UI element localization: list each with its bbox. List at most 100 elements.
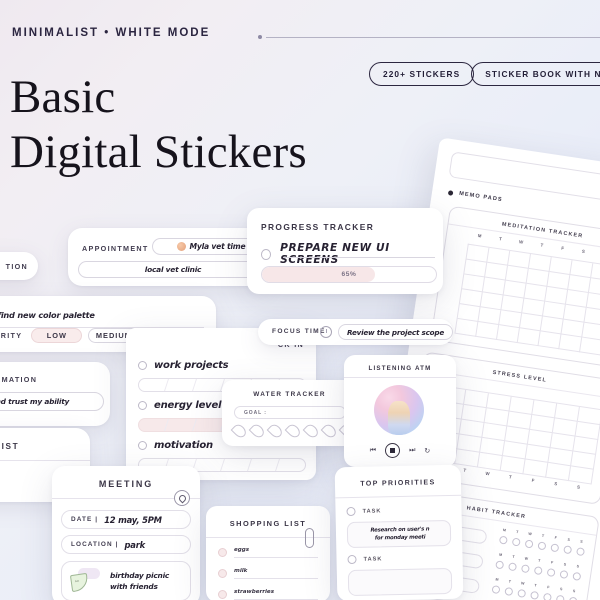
kicker-text: MINIMALIST • WHITE MODE: [12, 27, 211, 39]
water-drop-icon[interactable]: [302, 422, 321, 440]
water-drop-icon[interactable]: [320, 422, 339, 440]
repeat-icon[interactable]: ↻: [424, 447, 430, 455]
habit-check-icon[interactable]: [568, 596, 578, 600]
page-title: Basic Digital Stickers: [10, 70, 307, 181]
meeting-location-field[interactable]: LOCATION | park: [61, 535, 191, 554]
water-drop-icon[interactable]: [284, 422, 303, 440]
habit-check-icon[interactable]: [555, 594, 565, 600]
shopping-list-card: SHOPPING LIST eggs milk strawberries: [206, 506, 330, 600]
divider: [344, 377, 456, 378]
dow: M: [477, 233, 482, 239]
poster-canvas: MINIMALIST • WHITE MODE Basic Digital St…: [0, 0, 600, 600]
dow: S: [559, 587, 563, 592]
habit-check-icon[interactable]: [498, 535, 508, 545]
habit-check-icon[interactable]: [562, 545, 572, 555]
habit-check-icon[interactable]: [507, 562, 517, 572]
appointment-location-field[interactable]: local vet clinic: [78, 261, 268, 278]
check-in-item-label: motivation: [154, 440, 213, 451]
task-note-text: Research on user's n for monday meeti: [354, 526, 446, 544]
habit-check-icon[interactable]: [511, 537, 521, 547]
dow: T: [498, 236, 503, 242]
meditation-grid[interactable]: [454, 243, 600, 356]
task-note-line1: Research on user's n: [370, 526, 430, 534]
water-drop-icon[interactable]: [248, 422, 267, 440]
task-label: TASK: [363, 555, 383, 563]
habit-check-icon[interactable]: [549, 543, 559, 553]
memo-pads-label: MEMO PADS: [447, 189, 503, 203]
water-drop-icon[interactable]: [266, 422, 285, 440]
affirmation-value-field[interactable]: and trust my ability: [0, 392, 104, 411]
dow: F: [554, 535, 558, 540]
rule-dot: [258, 35, 262, 39]
priority-task-row[interactable]: find new color palette: [0, 305, 204, 328]
water-drop-icon[interactable]: [230, 422, 249, 440]
habit-check-icon[interactable]: [546, 567, 556, 578]
meeting-location-label: LOCATION |: [71, 541, 119, 548]
dow: T: [508, 579, 512, 584]
checkbox-icon[interactable]: [261, 248, 272, 260]
shopping-item-label: eggs: [234, 547, 250, 553]
top-priority-task-note[interactable]: Research on user's n for monday meeti: [346, 519, 452, 549]
progress-bar[interactable]: 65%: [261, 266, 437, 283]
progress-percent-label: 65%: [341, 271, 357, 278]
appointment-location: local vet clinic: [144, 265, 202, 274]
affirmation-label: G AFFIRMATION: [0, 375, 38, 384]
paw-icon: [176, 242, 186, 251]
water-goal-field[interactable]: GOAL :: [234, 406, 346, 419]
stop-icon[interactable]: [385, 443, 401, 458]
checkbox-icon[interactable]: [138, 441, 147, 450]
meditation-tracker-card: MEDITATION TRACKER M T W T F S S: [430, 205, 600, 369]
location-pin-icon[interactable]: [174, 490, 190, 506]
checkbox-icon[interactable]: [138, 401, 147, 410]
habit-check-icon[interactable]: [503, 586, 513, 596]
top-priority-task-row[interactable]: TASK: [347, 554, 383, 565]
focus-time-value-field[interactable]: Review the project scope: [338, 324, 453, 340]
habit-check-icon[interactable]: [533, 566, 543, 576]
dow: T: [541, 533, 545, 539]
habit-check-icon[interactable]: [575, 547, 585, 557]
habit-check-icon[interactable]: [524, 539, 534, 549]
checkbox-icon[interactable]: [218, 569, 227, 578]
priority-option-low[interactable]: LOW: [31, 328, 83, 343]
checkbox-icon[interactable]: [218, 548, 227, 557]
shopping-item-label: strawberries: [234, 589, 275, 595]
meeting-note-line2: with friends: [110, 582, 158, 592]
habit-check-icon[interactable]: [536, 541, 547, 551]
dow: F: [560, 245, 565, 251]
focus-time-label: FOCUS TIME: [272, 328, 326, 335]
dow: F: [547, 585, 550, 590]
habit-check-icon[interactable]: [571, 571, 581, 581]
bullet-icon: [447, 189, 454, 196]
meeting-card: MEETING DATE | 12 may, 5PM LOCATION | pa…: [52, 466, 200, 600]
habit-check-icon[interactable]: [529, 590, 539, 600]
meeting-note-field[interactable]: birthday picnic with friends: [61, 561, 191, 600]
meeting-date-field[interactable]: DATE | 12 may, 5PM: [61, 510, 191, 529]
progress-task-row[interactable]: PREPARE NEW UI SCREENS: [261, 242, 436, 266]
check-in-item[interactable]: work projects: [138, 360, 306, 371]
dow: W: [518, 239, 524, 245]
title-line-1: Basic: [10, 71, 116, 123]
checkbox-icon[interactable]: [346, 506, 356, 517]
habit-check-icon[interactable]: [520, 564, 530, 574]
badge-sticker-book: STICKER BOOK WITH NAVIGATION: [471, 62, 600, 86]
checkbox-icon[interactable]: [138, 361, 147, 370]
habit-check-icon[interactable]: [490, 584, 501, 595]
badge-sticker-count: 220+ STICKERS: [369, 62, 475, 86]
habit-check-icon[interactable]: [516, 588, 526, 598]
appointment-value: Myla vet time: [189, 242, 246, 251]
x-tick: T: [508, 474, 512, 480]
meeting-date-label: DATE |: [71, 516, 99, 523]
water-tracker-title: WATER TRACKER: [253, 391, 326, 398]
habit-check-icon[interactable]: [542, 592, 552, 600]
checkbox-icon[interactable]: [218, 590, 227, 599]
top-priority-task-note[interactable]: [347, 567, 453, 597]
habit-check-icon[interactable]: [494, 560, 504, 570]
top-priority-task-row[interactable]: TASK: [346, 506, 381, 517]
shopping-list-title: SHOPPING LIST: [229, 519, 307, 528]
dow: M: [498, 552, 503, 558]
badge-group: 220+ STICKERS STICKER BOOK WITH NAVIGATI…: [369, 62, 600, 86]
habit-check-icon[interactable]: [558, 569, 569, 579]
checkbox-icon[interactable]: [347, 554, 357, 565]
previous-icon[interactable]: ⏮: [370, 447, 376, 455]
next-icon[interactable]: ⏭: [409, 447, 415, 455]
